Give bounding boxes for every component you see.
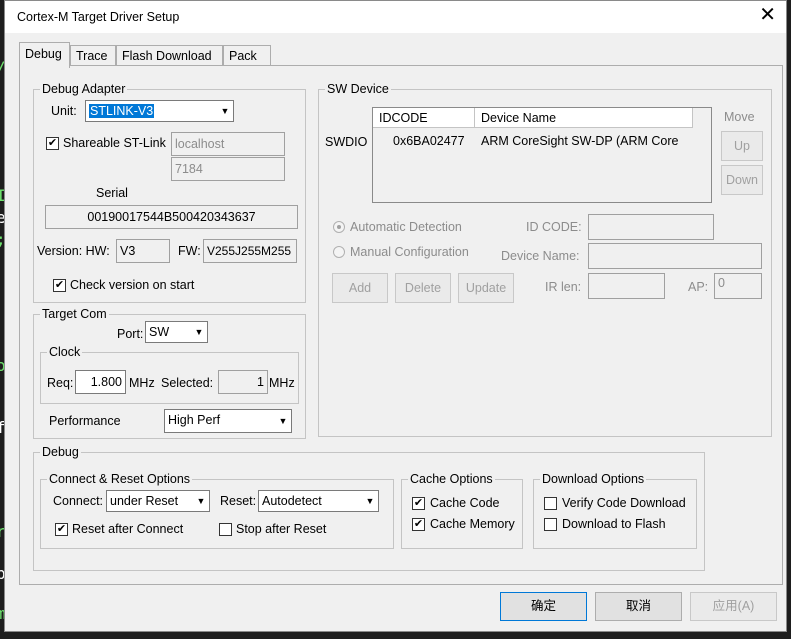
tab-trace[interactable]: Trace (70, 45, 116, 67)
download-options-group: Download Options Verify Code Download Do… (533, 471, 697, 549)
connect-reset-group: Connect & Reset Options Connect: under R… (40, 471, 394, 549)
debug-tab-panel: Debug Adapter Unit: STLINK-V3 ▼ ✔ Sharea… (19, 65, 783, 585)
cache-code-label: Cache Code (430, 496, 500, 510)
chevron-down-icon: ▼ (191, 322, 207, 342)
cache-options-group: Cache Options ✔ Cache Code ✔ Cache Memor… (401, 471, 523, 549)
add-button[interactable]: Add (332, 273, 388, 303)
fw-version-field: V255J255M255 (203, 239, 297, 263)
tab-debug[interactable]: Debug (19, 42, 70, 68)
sw-device-legend: SW Device (325, 81, 391, 97)
reset-label: Reset: (220, 494, 257, 508)
reset-after-connect-checkbox[interactable]: ✔ (55, 523, 68, 536)
cache-options-legend: Cache Options (408, 471, 495, 487)
verify-download-label: Verify Code Download (562, 496, 686, 510)
debug-adapter-group: Debug Adapter Unit: STLINK-V3 ▼ ✔ Sharea… (33, 81, 306, 303)
selected-field: 1 (218, 370, 268, 394)
connect-reset-legend: Connect & Reset Options (47, 471, 193, 487)
version-hw-label: Version: HW: (37, 244, 110, 258)
clock-legend: Clock (47, 344, 83, 360)
title-bar: Cortex-M Target Driver Setup ✕ (5, 1, 786, 33)
chevron-down-icon: ▼ (275, 410, 291, 432)
window-title: Cortex-M Target Driver Setup (17, 10, 180, 24)
ap-label: AP: (688, 280, 709, 294)
update-button[interactable]: Update (458, 273, 514, 303)
debug-legend: Debug (40, 444, 81, 460)
port-select[interactable]: SW ▼ (145, 321, 208, 343)
list-item-device-name: ARM CoreSight SW-DP (ARM Core (481, 134, 679, 148)
move-up-button[interactable]: Up (721, 131, 763, 161)
download-options-legend: Download Options (540, 471, 647, 487)
unit-select[interactable]: STLINK-V3 ▼ (85, 100, 234, 122)
req-label: Req: (47, 376, 74, 390)
chevron-down-icon: ▼ (362, 491, 378, 511)
debug-group: Debug Connect & Reset Options Connect: u… (33, 444, 705, 571)
id-code-field[interactable] (588, 214, 714, 240)
device-name-field[interactable] (588, 243, 762, 269)
req-unit-label: MHz (129, 376, 155, 390)
shareable-checkbox[interactable]: ✔ (46, 137, 59, 150)
ok-button[interactable]: 确定 (500, 592, 587, 621)
chevron-down-icon: ▼ (193, 491, 209, 511)
column-header-idcode[interactable]: IDCODE (373, 108, 475, 128)
apply-button[interactable]: 应用(A) (690, 592, 777, 621)
verify-download-checkbox[interactable] (544, 497, 557, 510)
id-code-label: ID CODE: (526, 220, 582, 234)
chevron-down-icon: ▼ (217, 101, 233, 121)
connect-label: Connect: (53, 494, 104, 508)
check-version-label: Check version on start (70, 278, 195, 292)
selected-label: Selected: (161, 376, 214, 390)
sw-device-group: SW Device SWDIO IDCODE Device Name 0x6BA… (318, 81, 772, 437)
download-to-flash-label: Download to Flash (562, 517, 666, 531)
unit-label: Unit: (51, 104, 77, 118)
hw-version-field: V3 (116, 239, 170, 263)
target-com-group: Target Com Port: SW ▼ Clock Req: 1.800 M… (33, 306, 306, 439)
host-field: localhost (171, 132, 285, 156)
serial-field: 00190017544B500420343637 (45, 205, 298, 229)
cache-code-checkbox[interactable]: ✔ (412, 497, 425, 510)
port-field: 7184 (171, 157, 285, 181)
delete-button[interactable]: Delete (395, 273, 451, 303)
ir-len-label: IR len: (545, 280, 582, 294)
list-item-idcode: 0x6BA02477 (393, 134, 465, 148)
serial-label: Serial (96, 186, 128, 200)
auto-detect-radio[interactable] (333, 221, 345, 233)
device-name-label: Device Name: (501, 249, 580, 263)
performance-select[interactable]: High Perf ▼ (164, 409, 292, 433)
cancel-button[interactable]: 取消 (595, 592, 682, 621)
stop-after-reset-label: Stop after Reset (236, 522, 327, 536)
reset-select[interactable]: Autodetect ▼ (258, 490, 379, 512)
manual-config-radio[interactable] (333, 246, 345, 258)
auto-detect-label: Automatic Detection (350, 220, 462, 234)
sw-device-list[interactable]: IDCODE Device Name 0x6BA02477 ARM CoreSi… (372, 107, 712, 203)
debug-adapter-legend: Debug Adapter (40, 81, 128, 97)
target-com-legend: Target Com (40, 306, 109, 322)
stop-after-reset-checkbox[interactable] (219, 523, 232, 536)
move-down-button[interactable]: Down (721, 165, 763, 195)
port-label: Port: (117, 327, 144, 341)
manual-config-label: Manual Configuration (350, 245, 469, 259)
cache-memory-checkbox[interactable]: ✔ (412, 518, 425, 531)
tab-flash-download[interactable]: Flash Download (116, 45, 223, 67)
reset-after-connect-label: Reset after Connect (72, 522, 184, 536)
download-to-flash-checkbox[interactable] (544, 518, 557, 531)
req-field[interactable]: 1.800 (75, 370, 126, 394)
ap-field[interactable]: 0 (714, 273, 762, 299)
tab-pack[interactable]: Pack (223, 45, 271, 67)
performance-label: Performance (49, 414, 121, 428)
move-label: Move (724, 110, 755, 124)
ir-len-field[interactable] (588, 273, 665, 299)
selected-unit-label: MHz (269, 376, 295, 390)
column-header-device-name[interactable]: Device Name (475, 108, 693, 128)
connect-select[interactable]: under Reset ▼ (106, 490, 210, 512)
check-version-checkbox[interactable]: ✔ (53, 279, 66, 292)
cache-memory-label: Cache Memory (430, 517, 515, 531)
shareable-label: Shareable ST-Link (63, 136, 166, 150)
clock-group: Clock Req: 1.800 MHz Selected: 1 MHz (40, 344, 299, 404)
swdio-label: SWDIO (325, 135, 368, 149)
target-driver-setup-dialog: Cortex-M Target Driver Setup ✕ Debug Tra… (4, 0, 787, 632)
fw-label: FW: (178, 244, 201, 258)
close-icon[interactable]: ✕ (759, 5, 776, 25)
